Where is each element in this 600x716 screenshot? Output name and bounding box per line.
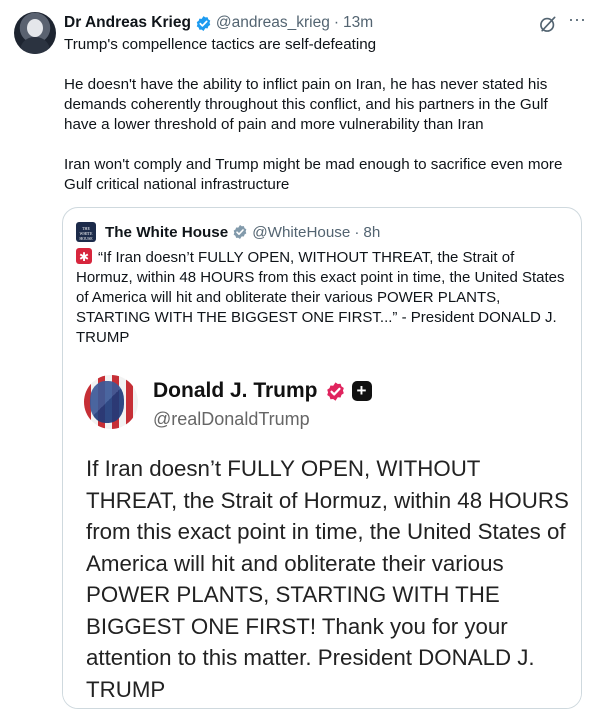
tweet[interactable]: Dr Andreas Krieg @andreas_krieg · 13m ··… — [0, 0, 600, 716]
siren-icon — [76, 247, 92, 267]
truth-name-row: Donald J. Trump + — [153, 379, 372, 403]
truth-text: If Iran doesn’t FULLY OPEN, WITHOUT THRE… — [86, 456, 569, 702]
quoted-name[interactable]: The White House — [105, 224, 228, 241]
tweet-text: Trump's compellence tactics are self-def… — [64, 36, 563, 193]
quoted-header: The White House @WhiteHouse · 8h — [105, 222, 380, 242]
truth-handle: @realDonaldTrump — [153, 409, 310, 429]
quoted-text-block: “If Iran doesn’t FULLY OPEN, WITHOUT THR… — [76, 247, 570, 348]
author-name[interactable]: Dr Andreas Krieg — [64, 14, 191, 32]
quoted-timestamp[interactable]: 8h — [363, 224, 380, 241]
verified-badge-icon — [196, 15, 211, 31]
verified-badge-icon — [233, 225, 247, 239]
avatar-portrait — [90, 381, 124, 423]
quoted-tweet[interactable]: THE WHITE HOUSE The White House @WhiteHo… — [62, 207, 582, 709]
avatar-body — [20, 37, 50, 54]
more-icon[interactable]: ··· — [566, 10, 588, 34]
author-handle[interactable]: @andreas_krieg — [216, 14, 330, 32]
avatar-face — [27, 19, 43, 37]
author-avatar[interactable] — [14, 12, 56, 54]
timestamp[interactable]: 13m — [343, 14, 373, 32]
truth-avatar — [84, 375, 138, 429]
tweet-header: Dr Andreas Krieg @andreas_krieg · 13m — [64, 13, 373, 33]
plus-badge-icon: + — [351, 381, 372, 401]
quoted-image[interactable]: Donald J. Trump + @realDonaldTrump If Ir… — [63, 351, 581, 708]
separator-dot: · — [333, 14, 340, 31]
truth-verified-icon — [326, 381, 344, 401]
quoted-avatar[interactable]: THE WHITE HOUSE — [76, 222, 96, 242]
quoted-text: “If Iran doesn’t FULLY OPEN, WITHOUT THR… — [76, 249, 565, 346]
grok-icon[interactable] — [538, 14, 558, 34]
separator-dot: · — [354, 223, 360, 241]
truth-name: Donald J. Trump — [153, 379, 318, 402]
quoted-handle[interactable]: @WhiteHouse — [252, 224, 350, 241]
